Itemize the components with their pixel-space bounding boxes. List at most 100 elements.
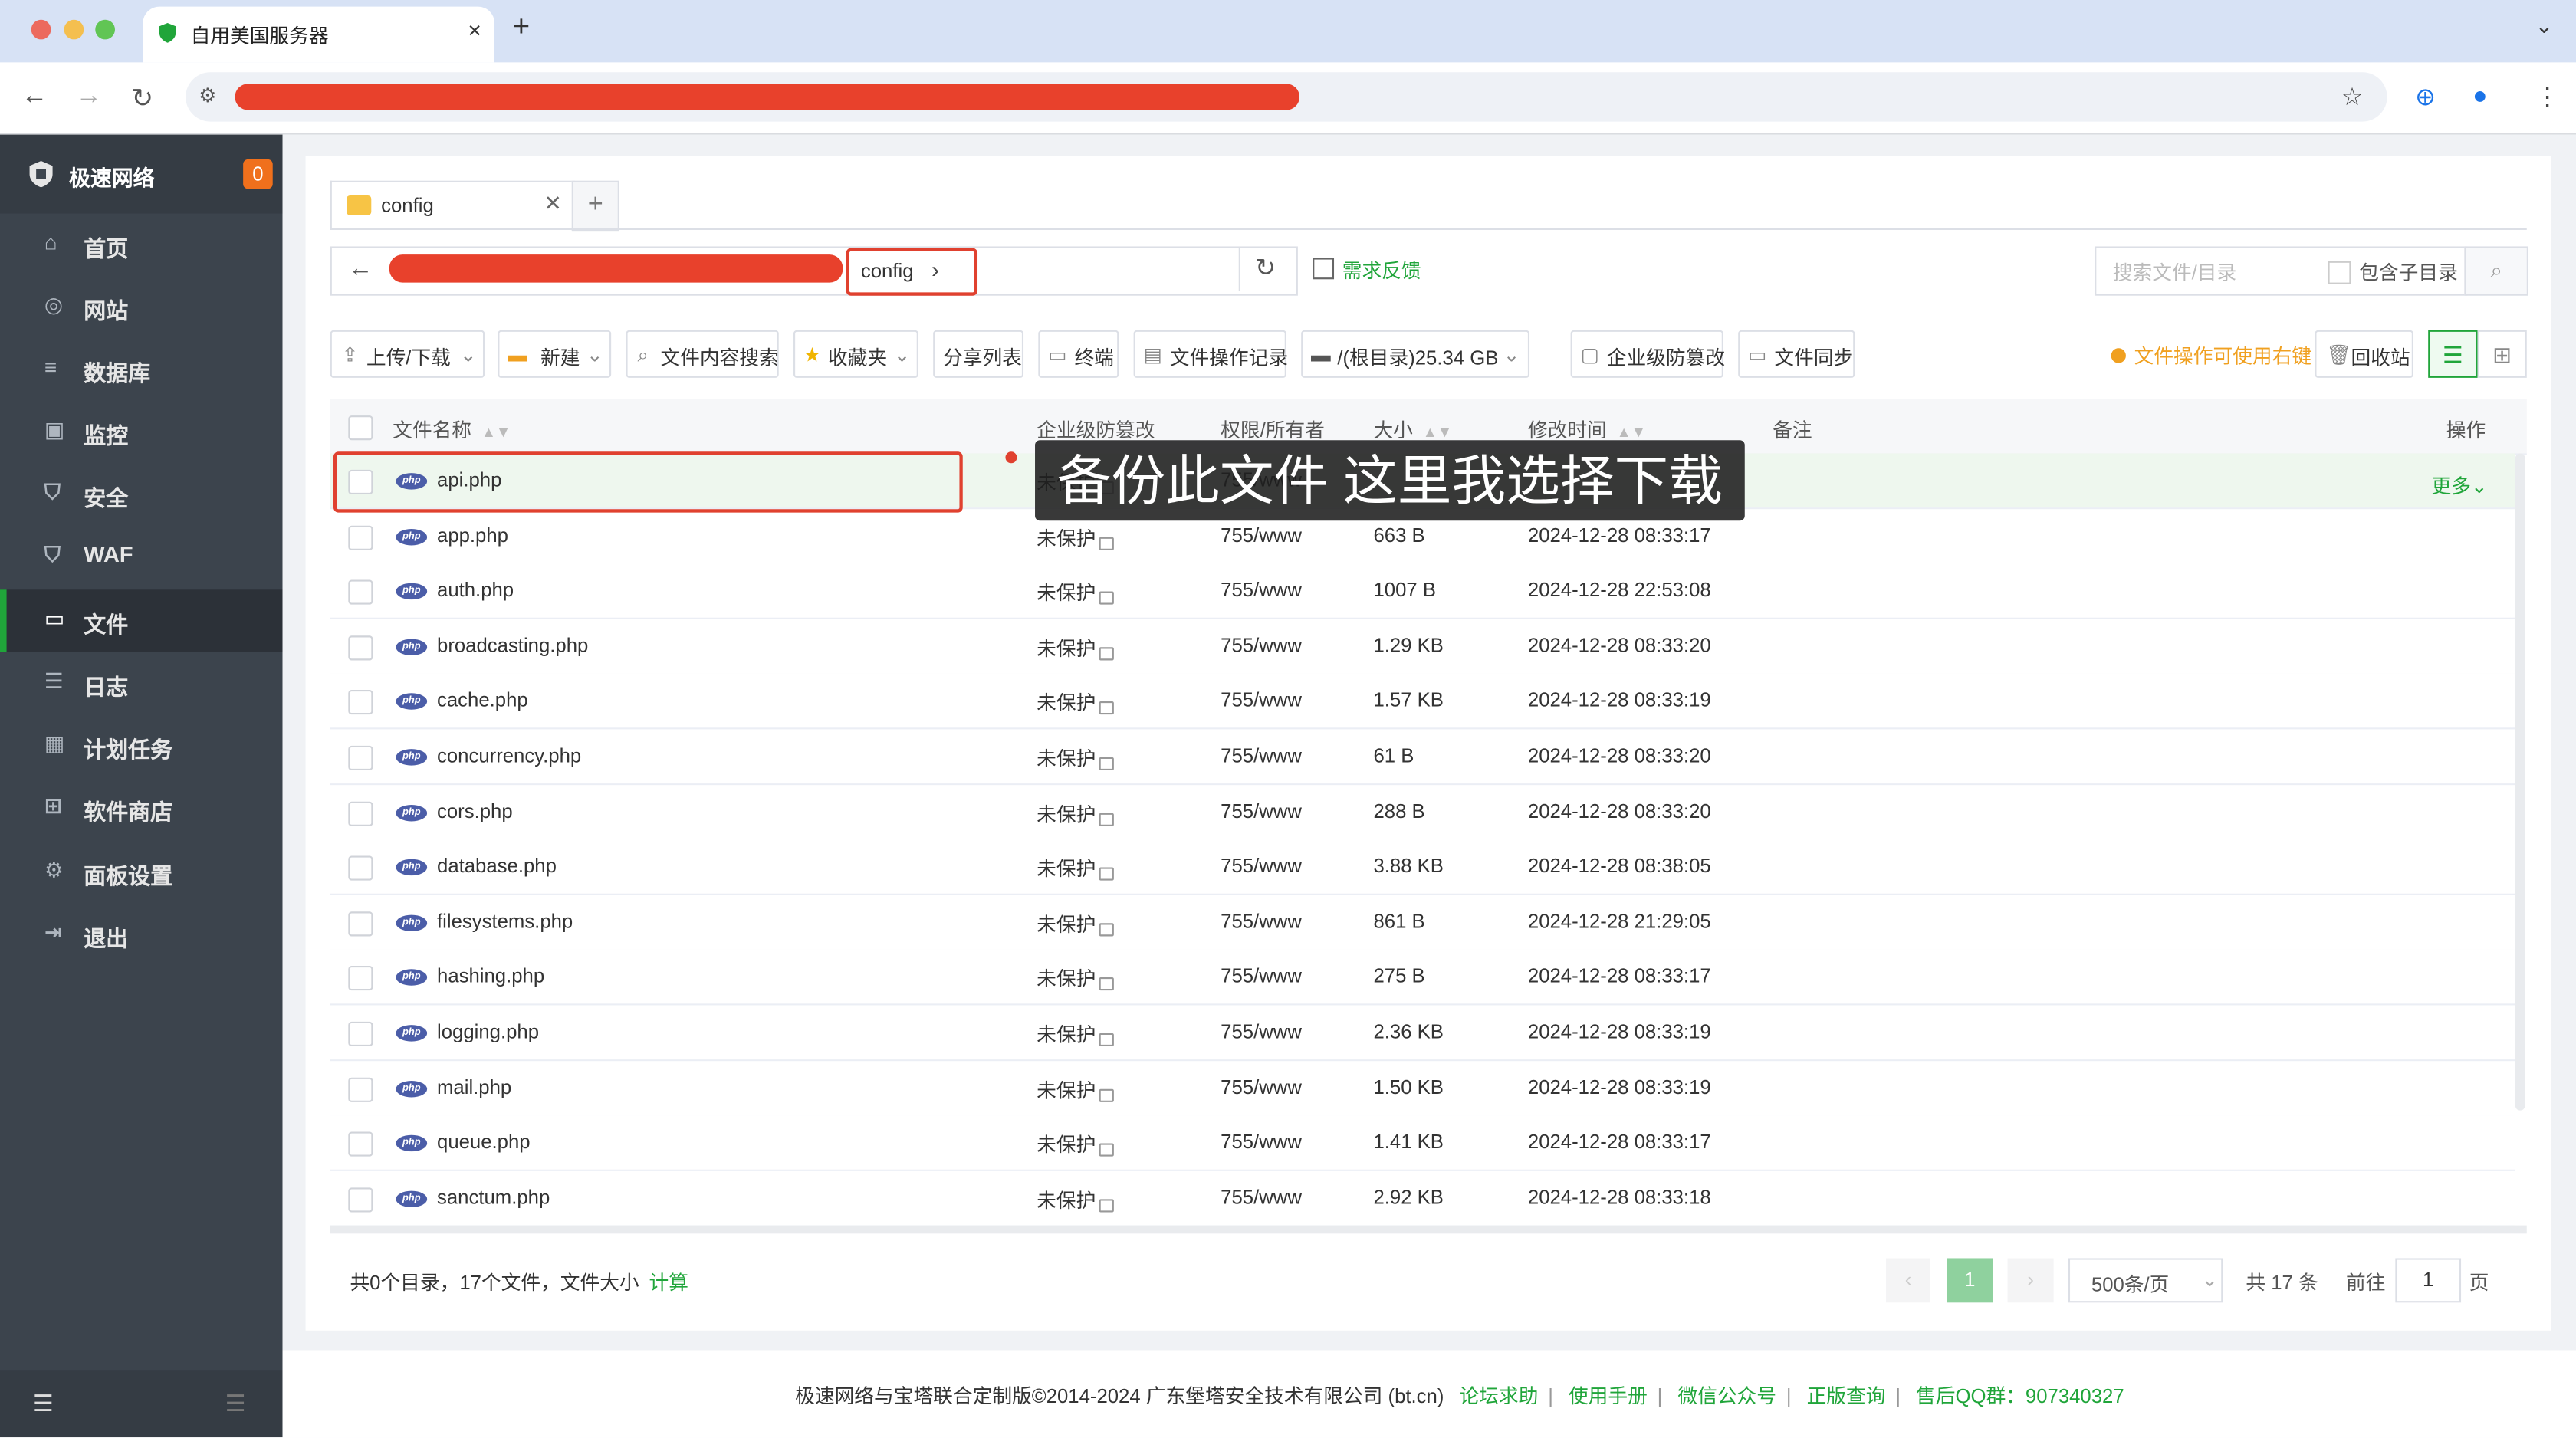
permission[interactable]: 755/www: [1221, 1131, 1302, 1154]
permission[interactable]: 755/www: [1221, 799, 1302, 822]
table-row[interactable]: php database.php 未保护 755/www 3.88 KB 2024-12-…: [330, 839, 2515, 896]
row-checkbox[interactable]: [348, 745, 373, 771]
table-row[interactable]: php concurrency.php 未保护 755/www 61 B 2024-12-…: [330, 729, 2515, 786]
browser-menu-icon[interactable]: ⋮: [2535, 82, 2559, 111]
table-row[interactable]: php cors.php 未保护 755/www 288 B 2024-12-28 08:…: [330, 784, 2515, 841]
tamper-status[interactable]: 未保护: [1037, 524, 1114, 551]
breadcrumb-config[interactable]: config ›: [846, 248, 978, 296]
qq-group-link[interactable]: 售后QQ群：907340327: [1916, 1384, 2124, 1407]
sidebar-item-website[interactable]: ◎ 网站: [0, 276, 283, 338]
row-checkbox[interactable]: [348, 855, 373, 881]
bookmark-star-icon[interactable]: ☆: [2341, 82, 2364, 111]
file-name[interactable]: concurrency.php: [437, 744, 581, 767]
tamper-status[interactable]: 未保护: [1037, 1186, 1114, 1213]
row-checkbox[interactable]: [348, 579, 373, 605]
back-arrow-icon[interactable]: ←: [348, 254, 373, 282]
file-name[interactable]: app.php: [437, 524, 508, 547]
license-link[interactable]: 正版查询: [1807, 1384, 1886, 1407]
next-page-button[interactable]: ›: [2007, 1258, 2054, 1303]
permission[interactable]: 755/www: [1221, 524, 1302, 547]
tamper-button[interactable]: ▢ 企业级防篡改: [1570, 330, 1725, 378]
file-name[interactable]: database.php: [437, 855, 557, 878]
minimize-window-button[interactable]: [64, 19, 84, 40]
include-subdir-checkbox[interactable]: [2328, 261, 2351, 284]
collapse-sidebar-icon[interactable]: ☰: [33, 1390, 54, 1417]
page-1-button[interactable]: 1: [1947, 1258, 1993, 1303]
table-row[interactable]: php mail.php 未保护 755/www 1.50 KB 2024-12-28 0…: [330, 1060, 2515, 1117]
sidebar-item-home[interactable]: ⌂ 首页: [0, 214, 283, 276]
manual-link[interactable]: 使用手册: [1569, 1384, 1648, 1407]
col-mtime[interactable]: 修改时间 ▲▼: [1528, 415, 1646, 443]
sidebar-item-files[interactable]: ▭ 文件: [0, 589, 283, 652]
share-list-button[interactable]: 分享列表: [933, 330, 1024, 378]
horizontal-scrollbar[interactable]: [330, 1225, 2527, 1234]
permission[interactable]: 755/www: [1221, 689, 1302, 712]
disk-select-button[interactable]: ▬ /(根目录)25.34 GB ⌄: [1301, 330, 1530, 378]
table-row[interactable]: php hashing.php 未保护 755/www 275 B 2024-12-28 …: [330, 950, 2515, 1006]
col-size[interactable]: 大小 ▲▼: [1373, 415, 1452, 443]
file-name[interactable]: mail.php: [437, 1075, 511, 1098]
search-input[interactable]: 搜索文件/目录: [2113, 258, 2236, 285]
new-tab-button[interactable]: +: [513, 10, 531, 44]
permission[interactable]: 755/www: [1221, 634, 1302, 657]
tamper-status[interactable]: 未保护: [1037, 744, 1114, 772]
prev-page-button[interactable]: ‹: [1886, 1258, 1930, 1303]
reload-icon[interactable]: ↻: [131, 82, 153, 115]
table-row[interactable]: php queue.php 未保护 755/www 1.41 KB 2024-12-28 …: [330, 1115, 2515, 1172]
table-row[interactable]: php broadcasting.php 未保护 755/www 1.29 KB 2024…: [330, 619, 2515, 675]
file-name[interactable]: sanctum.php: [437, 1186, 550, 1209]
sidebar-item-logs[interactable]: ☰ 日志: [0, 652, 283, 714]
tamper-status[interactable]: 未保护: [1037, 799, 1114, 827]
row-checkbox[interactable]: [348, 800, 373, 826]
close-icon[interactable]: ✕: [544, 191, 562, 217]
op-log-button[interactable]: ▤ 文件操作记录: [1133, 330, 1288, 378]
permission[interactable]: 755/www: [1221, 744, 1302, 767]
forward-arrow-icon[interactable]: →: [76, 82, 102, 112]
zoom-window-button[interactable]: [95, 19, 116, 40]
forum-link[interactable]: 论坛求助: [1459, 1384, 1538, 1407]
file-sync-button[interactable]: ▭ 文件同步: [1738, 330, 1855, 378]
search-icon[interactable]: ⌕: [2464, 246, 2528, 296]
file-name[interactable]: hashing.php: [437, 965, 544, 988]
sidebar-item-settings[interactable]: ⚙ 面板设置: [0, 841, 283, 903]
tamper-status[interactable]: 未保护: [1037, 965, 1114, 993]
row-checkbox[interactable]: [348, 1076, 373, 1102]
add-tab-button[interactable]: +: [571, 180, 619, 232]
row-checkbox[interactable]: [348, 524, 373, 550]
tamper-status[interactable]: 未保护: [1037, 910, 1114, 937]
file-name[interactable]: logging.php: [437, 1020, 539, 1043]
permission[interactable]: 755/www: [1221, 910, 1302, 933]
sidebar-item-cron[interactable]: ▦ 计划任务: [0, 714, 283, 776]
site-settings-icon[interactable]: ⚙: [199, 84, 216, 107]
tamper-status[interactable]: 未保护: [1037, 634, 1114, 662]
row-checkbox[interactable]: [348, 966, 373, 992]
row-checkbox[interactable]: [348, 1021, 373, 1047]
row-checkbox[interactable]: [348, 911, 373, 937]
permission[interactable]: 755/www: [1221, 1020, 1302, 1043]
sidebar-item-database[interactable]: ≡ 数据库: [0, 338, 283, 400]
tamper-status[interactable]: 未保护: [1037, 1131, 1114, 1158]
tab-search-icon[interactable]: ⌄: [2535, 13, 2553, 39]
new-button[interactable]: ▬ 新建 ⌄: [498, 330, 612, 378]
row-checkbox[interactable]: [348, 690, 373, 715]
tamper-status[interactable]: 未保护: [1037, 579, 1114, 606]
sidebar-item-security[interactable]: ⛉ 安全: [0, 463, 283, 525]
permission[interactable]: 755/www: [1221, 965, 1302, 988]
upload-download-button[interactable]: ⇪ 上传/下载 ⌄: [330, 330, 485, 378]
feedback-link[interactable]: 需求反馈: [1313, 256, 1421, 284]
sidebar-item-waf[interactable]: ⛉ WAF: [0, 526, 283, 588]
calculate-link[interactable]: 计算: [649, 1272, 688, 1295]
wechat-link[interactable]: 微信公众号: [1677, 1384, 1776, 1407]
download-icon[interactable]: ⊕: [2415, 82, 2436, 111]
table-row[interactable]: php auth.php 未保护 755/www 1007 B 2024-12-28 22…: [330, 563, 2515, 620]
table-row[interactable]: php filesystems.php 未保护 755/www 861 B 2024-12…: [330, 895, 2515, 951]
page-size-select[interactable]: 500条/页 ⌄: [2068, 1258, 2223, 1303]
goto-page-input[interactable]: 1: [2395, 1258, 2462, 1303]
permission[interactable]: 755/www: [1221, 579, 1302, 602]
terminal-button[interactable]: ▭ 终端: [1038, 330, 1119, 378]
browser-tab[interactable]: 自用美国服务器 ×: [143, 6, 495, 63]
sidebar-item-monitor[interactable]: ▣ 监控: [0, 401, 283, 463]
row-checkbox[interactable]: [348, 1187, 373, 1213]
table-row[interactable]: php cache.php 未保护 755/www 1.57 KB 2024-12-28 …: [330, 674, 2515, 730]
permission[interactable]: 755/www: [1221, 855, 1302, 878]
